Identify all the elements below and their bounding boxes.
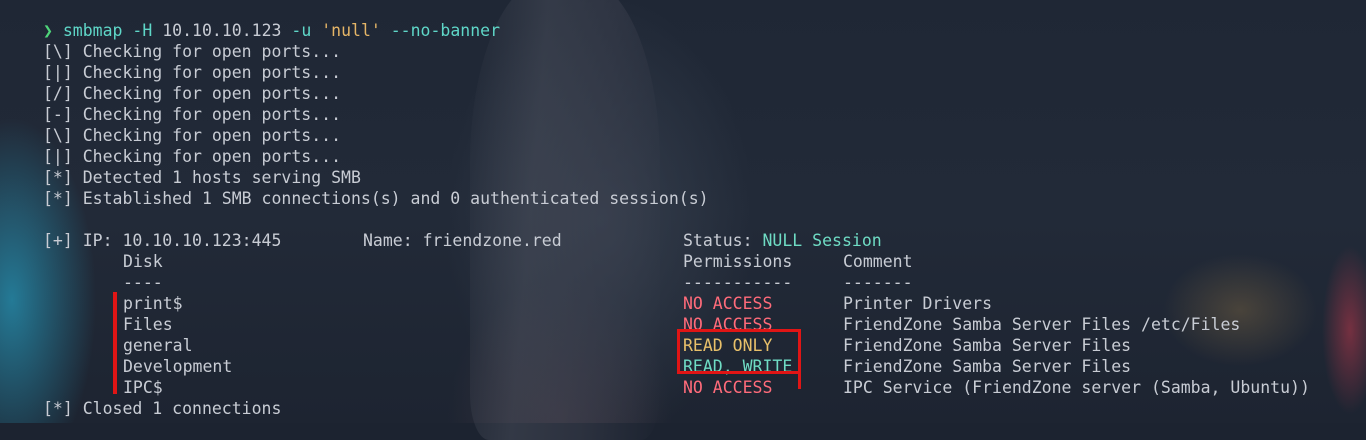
- host-ip: [+] IP: 10.10.10.123:445: [43, 231, 282, 250]
- command-flag: --no-banner: [390, 21, 501, 40]
- progress-line: [\] Checking for open ports...: [43, 126, 342, 145]
- separator-disk: ----: [123, 273, 163, 292]
- host-info-row: [+] IP: 10.10.10.123:445 Name: friendzon…: [43, 230, 1366, 251]
- share-name: Files: [123, 315, 173, 334]
- table-row: print$ NO ACCESS Printer Drivers: [43, 293, 1366, 314]
- detected-line: [*] Detected 1 hosts serving SMB: [43, 168, 361, 187]
- progress-line: [|] Checking for open ports...: [43, 147, 342, 166]
- share-permission: NO ACCESS: [683, 378, 773, 397]
- progress-line: [|] Checking for open ports...: [43, 63, 342, 82]
- highlight-bar: [113, 292, 117, 394]
- command-tool: smbmap: [62, 21, 123, 40]
- highlight-box: [677, 329, 801, 374]
- closed-line: [*] Closed 1 connections: [43, 399, 282, 418]
- host-name: Name: friendzone.red: [363, 231, 562, 250]
- highlight-tick: [798, 371, 801, 389]
- command-user: 'null': [321, 21, 381, 40]
- share-comment: FriendZone Samba Server Files: [843, 357, 1132, 376]
- table-row: IPC$ NO ACCESS IPC Service (FriendZone s…: [43, 377, 1366, 398]
- separator-permissions: -----------: [683, 273, 793, 292]
- header-permissions: Permissions: [683, 252, 793, 271]
- host-status: Status: NULL Session: [683, 231, 882, 250]
- command-host: 10.10.10.123: [162, 21, 282, 40]
- share-comment: FriendZone Samba Server Files: [843, 336, 1132, 355]
- share-name: general: [123, 336, 193, 355]
- command-line: ❯ smbmap -H 10.10.10.123 -u 'null' --no-…: [43, 20, 1366, 41]
- prompt-icon: ❯: [43, 21, 53, 40]
- established-line: [*] Established 1 SMB connections(s) and…: [43, 189, 709, 208]
- separator-comment: -------: [843, 273, 913, 292]
- progress-line: [/] Checking for open ports...: [43, 84, 342, 103]
- progress-line: [\] Checking for open ports...: [43, 42, 342, 61]
- share-permission: NO ACCESS: [683, 294, 773, 313]
- share-comment: Printer Drivers: [843, 294, 993, 313]
- share-name: print$: [123, 294, 183, 313]
- command-flag: -H: [132, 21, 153, 40]
- share-comment: FriendZone Samba Server Files /etc/Files: [843, 315, 1241, 334]
- table-header-row: Disk Permissions Comment: [43, 251, 1366, 272]
- header-comment: Comment: [843, 252, 913, 271]
- share-comment: IPC Service (FriendZone server (Samba, U…: [843, 378, 1310, 397]
- terminal-output: ❯ smbmap -H 10.10.10.123 -u 'null' --no-…: [43, 20, 1366, 419]
- command-flag: -u: [291, 21, 312, 40]
- table-separator-row: ---- ----------- -------: [43, 272, 1366, 293]
- share-name: IPC$: [123, 378, 163, 397]
- share-name: Development: [123, 357, 233, 376]
- progress-line: [-] Checking for open ports...: [43, 105, 342, 124]
- status-value: NULL Session: [762, 231, 882, 250]
- header-disk: Disk: [123, 252, 163, 271]
